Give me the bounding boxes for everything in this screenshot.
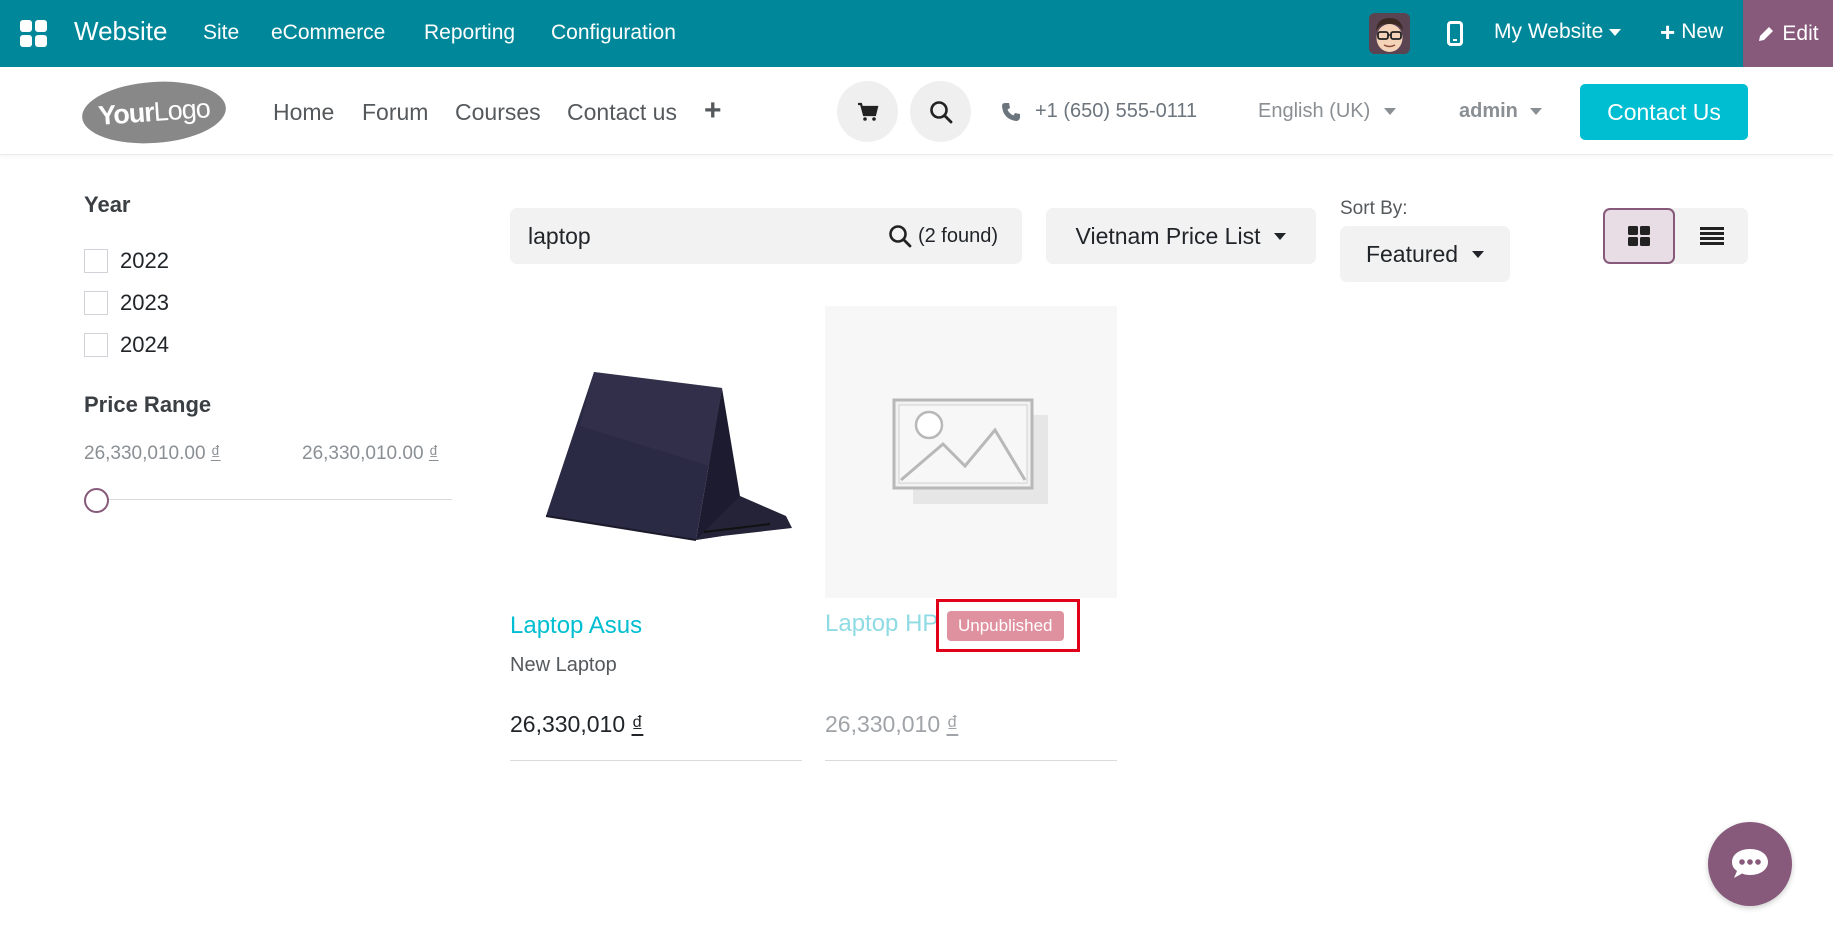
website-header: Your Logo Home Forum Courses Contact us +… bbox=[0, 67, 1833, 155]
product-search-button[interactable]: (2 found) bbox=[888, 224, 998, 248]
product-price: 26,330,010 ₫ bbox=[510, 711, 643, 738]
admin-topbar: Website Site eCommerce Reporting Configu… bbox=[0, 0, 1833, 67]
price-slider-track[interactable] bbox=[96, 499, 452, 500]
menu-reporting[interactable]: Reporting bbox=[424, 21, 515, 45]
price-slider-handle[interactable] bbox=[84, 488, 109, 513]
phone-number[interactable]: +1 (650) 555-0111 bbox=[1035, 100, 1197, 123]
edit-button[interactable]: Edit bbox=[1743, 0, 1833, 67]
header-search-button[interactable] bbox=[910, 81, 971, 142]
apps-menu-icon[interactable] bbox=[20, 20, 47, 47]
menu-ecommerce[interactable]: eCommerce bbox=[271, 21, 385, 45]
sort-by-label: Sort By: bbox=[1340, 198, 1408, 219]
website-selector-label: My Website bbox=[1494, 20, 1604, 43]
unpublished-highlight: Unpublished bbox=[936, 599, 1080, 652]
price-min: 26,330,010.00 ₫ bbox=[84, 443, 221, 465]
product-description: New Laptop bbox=[510, 654, 617, 676]
edit-label: Edit bbox=[1782, 21, 1819, 45]
mobile-preview-icon[interactable] bbox=[1447, 21, 1463, 46]
chevron-down-icon bbox=[1609, 28, 1622, 36]
currency-symbol: ₫ bbox=[428, 443, 439, 464]
year-option-2024[interactable]: 2024 bbox=[84, 332, 169, 358]
price-min-value: 26,330,010.00 bbox=[84, 443, 206, 464]
cart-icon bbox=[857, 102, 878, 121]
add-menu-icon[interactable]: + bbox=[704, 94, 722, 128]
app-brand[interactable]: Website bbox=[74, 16, 167, 47]
product-search-box: (2 found) bbox=[510, 208, 1022, 264]
contact-us-button[interactable]: Contact Us bbox=[1580, 84, 1748, 140]
grid-view-button[interactable] bbox=[1603, 208, 1675, 264]
chat-icon bbox=[1732, 849, 1768, 878]
year-label: 2024 bbox=[120, 332, 169, 357]
chevron-down-icon bbox=[1384, 108, 1397, 115]
price-amount: 26,330,010 bbox=[825, 711, 941, 737]
product-card: Laptop HP Unpublished 26,330,010 ₫ bbox=[825, 306, 1117, 761]
chevron-down-icon bbox=[1274, 232, 1287, 240]
year-option-2022[interactable]: 2022 bbox=[84, 248, 169, 274]
product-price: 26,330,010 ₫ bbox=[825, 711, 958, 738]
pencil-icon bbox=[1759, 26, 1774, 41]
list-icon bbox=[1699, 227, 1724, 245]
year-label: 2023 bbox=[120, 290, 169, 315]
cart-button[interactable] bbox=[837, 81, 898, 142]
currency-symbol: ₫ bbox=[210, 443, 221, 464]
phone-icon bbox=[1002, 102, 1020, 121]
website-selector[interactable]: My Website bbox=[1494, 20, 1622, 44]
currency-symbol: ₫ bbox=[946, 711, 959, 737]
search-icon bbox=[889, 225, 912, 248]
checkbox[interactable] bbox=[84, 249, 108, 273]
language-label: English (UK) bbox=[1258, 100, 1371, 122]
currency-symbol: ₫ bbox=[631, 711, 644, 737]
price-range-title: Price Range bbox=[84, 392, 212, 417]
price-max: 26,330,010.00 ₫ bbox=[302, 443, 439, 465]
year-option-2023[interactable]: 2023 bbox=[84, 290, 169, 316]
product-image[interactable] bbox=[510, 306, 802, 598]
chevron-down-icon bbox=[1472, 250, 1485, 258]
product-image[interactable] bbox=[825, 306, 1117, 598]
user-name: admin bbox=[1459, 100, 1518, 122]
checkbox[interactable] bbox=[84, 291, 108, 315]
menu-site[interactable]: Site bbox=[203, 21, 239, 45]
plus-icon: + bbox=[1660, 17, 1676, 47]
nav-courses[interactable]: Courses bbox=[455, 99, 541, 126]
menu-configuration[interactable]: Configuration bbox=[551, 21, 676, 45]
logo-text-bold: Your bbox=[97, 97, 155, 131]
header-phone: +1 (650) 555-0111 bbox=[1001, 100, 1197, 123]
new-button[interactable]: + New bbox=[1660, 17, 1724, 47]
nav-forum[interactable]: Forum bbox=[362, 99, 428, 126]
sort-value: Featured bbox=[1365, 240, 1459, 267]
product-search-input[interactable] bbox=[528, 222, 868, 250]
livechat-button[interactable] bbox=[1708, 822, 1792, 906]
list-view-button[interactable] bbox=[1675, 208, 1748, 264]
sort-dropdown[interactable]: Featured bbox=[1340, 226, 1510, 282]
grid-icon bbox=[1628, 226, 1650, 246]
year-label: 2022 bbox=[120, 248, 169, 273]
view-toggle bbox=[1603, 208, 1748, 264]
user-menu[interactable]: admin bbox=[1459, 100, 1542, 123]
price-amount: 26,330,010 bbox=[510, 711, 626, 737]
pricelist-dropdown[interactable]: Vietnam Price List bbox=[1046, 208, 1316, 264]
search-icon bbox=[929, 100, 952, 123]
nav-contact-us[interactable]: Contact us bbox=[567, 99, 677, 126]
product-card: Laptop Asus New Laptop 26,330,010 ₫ bbox=[510, 306, 802, 761]
image-placeholder-icon bbox=[892, 398, 1048, 504]
nav-home[interactable]: Home bbox=[273, 99, 334, 126]
product-name[interactable]: Laptop Asus bbox=[510, 612, 642, 640]
laptop-image bbox=[545, 372, 792, 541]
logo-text: Logo bbox=[152, 93, 211, 127]
site-logo[interactable]: Your Logo bbox=[80, 77, 228, 148]
new-label: New bbox=[1681, 20, 1724, 43]
results-count: (2 found) bbox=[917, 224, 998, 247]
year-filter-title: Year bbox=[84, 192, 131, 217]
user-avatar[interactable] bbox=[1369, 13, 1410, 54]
pricelist-label: Vietnam Price List bbox=[1075, 222, 1261, 249]
checkbox[interactable] bbox=[84, 333, 108, 357]
unpublished-badge: Unpublished bbox=[947, 611, 1064, 641]
chevron-down-icon bbox=[1529, 108, 1542, 115]
language-selector[interactable]: English (UK) bbox=[1258, 100, 1397, 123]
price-max-value: 26,330,010.00 bbox=[302, 443, 424, 464]
product-name[interactable]: Laptop HP bbox=[825, 610, 938, 638]
